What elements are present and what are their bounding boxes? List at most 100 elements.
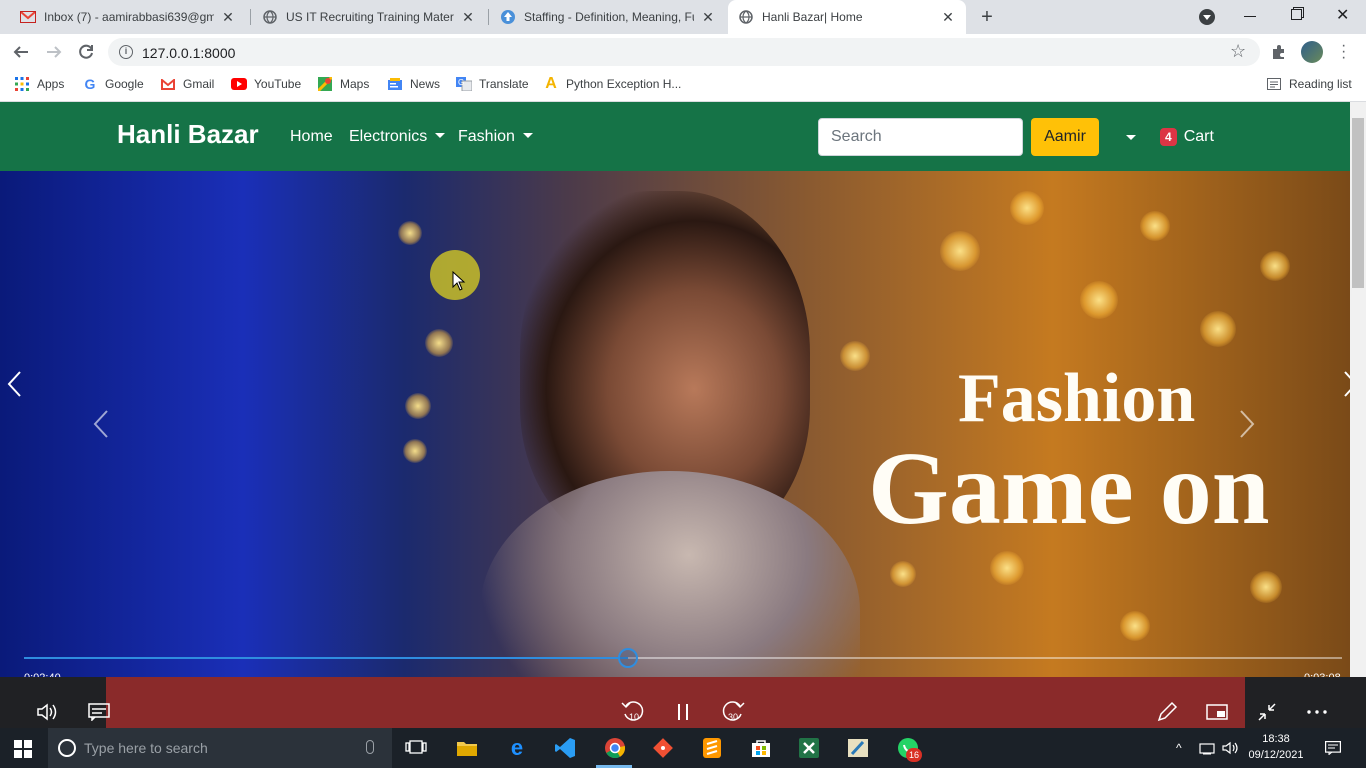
sublime-text-icon[interactable]: [700, 736, 724, 760]
exit-fullscreen-icon[interactable]: [1253, 700, 1281, 724]
scrollbar-thumb[interactable]: [1352, 118, 1364, 288]
bookmark-label: Apps: [37, 77, 65, 91]
cart-label: Cart: [1183, 128, 1214, 145]
file-explorer-icon[interactable]: [455, 736, 479, 760]
bookmark-youtube[interactable]: YouTube: [231, 70, 301, 98]
bookmark-python-exception[interactable]: A Python Exception H...: [543, 70, 681, 98]
nav-home[interactable]: Home: [290, 128, 333, 146]
paint-icon[interactable]: [846, 736, 870, 760]
forward-arrow-icon[interactable]: [45, 43, 63, 61]
pause-icon[interactable]: [669, 700, 697, 724]
back-arrow-icon[interactable]: [12, 43, 30, 61]
user-dropdown-caret-icon[interactable]: [1126, 135, 1136, 140]
tab-hanli-bazar[interactable]: Hanli Bazar| Home ✕: [728, 0, 966, 34]
bokeh-light: [990, 551, 1024, 585]
restore-icon[interactable]: [1291, 9, 1302, 20]
bokeh-light: [1140, 211, 1170, 241]
window-close-icon[interactable]: ✕: [1336, 5, 1349, 25]
gmail-icon: [160, 76, 176, 92]
git-icon[interactable]: [651, 736, 675, 760]
bookmark-gmail[interactable]: Gmail: [160, 70, 214, 98]
staffing-icon: [500, 9, 516, 25]
vscode-icon[interactable]: [553, 736, 577, 760]
bokeh-light: [1010, 191, 1044, 225]
cart-link[interactable]: 4 Cart: [1160, 128, 1214, 146]
show-hidden-icons-chevron-icon[interactable]: ^: [1176, 741, 1182, 755]
video-prev-chevron-icon[interactable]: [6, 370, 22, 398]
more-options-icon[interactable]: [1303, 700, 1331, 724]
close-icon[interactable]: ✕: [220, 9, 236, 25]
user-button[interactable]: Aamir: [1031, 118, 1099, 156]
windows-start-icon[interactable]: [14, 740, 32, 758]
nav-electronics-label: Electronics: [349, 128, 428, 145]
store-icon[interactable]: [749, 736, 773, 760]
search-input[interactable]: [818, 118, 1023, 156]
minimize-icon[interactable]: [1244, 16, 1256, 17]
chrome-icon[interactable]: [603, 736, 627, 760]
microphone-icon[interactable]: [366, 740, 374, 754]
nav-fashion-label: Fashion: [458, 128, 515, 145]
youtube-icon: [231, 76, 247, 92]
extensions-puzzle-icon[interactable]: [1271, 44, 1287, 60]
nav-electronics-dropdown[interactable]: Electronics: [349, 128, 446, 146]
bookmark-label: Gmail: [183, 77, 215, 91]
task-view-icon[interactable]: [404, 736, 428, 760]
close-icon[interactable]: ✕: [460, 9, 476, 25]
bookmark-apps[interactable]: Apps: [14, 70, 64, 98]
reading-list[interactable]: Reading list: [1266, 70, 1352, 98]
hero-title-game-on: Game on: [868, 431, 1270, 546]
bokeh-light: [1200, 311, 1236, 347]
hero-carousel-video[interactable]: Fashion Game on: [0, 171, 1350, 728]
bookmark-star-icon[interactable]: ☆: [1230, 41, 1246, 62]
info-icon[interactable]: i: [119, 45, 133, 59]
bokeh-light: [1080, 281, 1118, 319]
tab-search-icon[interactable]: [1199, 9, 1215, 25]
globe-icon: [738, 9, 754, 25]
brand-logo[interactable]: Hanli Bazar: [117, 119, 259, 150]
profile-avatar[interactable]: [1301, 41, 1323, 63]
bookmark-google[interactable]: G Google: [82, 70, 144, 98]
reading-list-icon: [1266, 76, 1282, 92]
captions-icon[interactable]: [85, 700, 113, 724]
cart-count-badge: 4: [1160, 128, 1177, 146]
bookmark-news[interactable]: News: [387, 70, 440, 98]
excel-icon[interactable]: [797, 736, 821, 760]
close-icon[interactable]: ✕: [700, 9, 716, 25]
volume-icon[interactable]: [34, 700, 62, 724]
bokeh-light: [840, 341, 870, 371]
carousel-prev-chevron-icon[interactable]: [92, 409, 110, 439]
bokeh-light: [425, 329, 453, 357]
nav-fashion-dropdown[interactable]: Fashion: [458, 128, 533, 146]
edge-icon[interactable]: e: [505, 735, 529, 760]
caret-down-icon: [522, 133, 533, 138]
new-tab-plus-icon[interactable]: +: [976, 6, 998, 28]
tab-title: Staffing - Definition, Meaning, Function…: [524, 10, 694, 24]
skip-back-seconds: 10: [629, 712, 639, 722]
mouse-cursor-icon: [452, 271, 466, 291]
carousel-next-chevron-icon[interactable]: [1238, 409, 1256, 439]
close-icon[interactable]: ✕: [940, 9, 956, 25]
tab-gmail[interactable]: Inbox (7) - aamirabbasi639@gmail.com ✕: [10, 0, 246, 34]
bookmark-maps[interactable]: Maps: [317, 70, 369, 98]
tab-divider: [250, 9, 251, 25]
speaker-icon[interactable]: [1222, 741, 1240, 755]
taskbar-clock[interactable]: 18:38 09/12/2021: [1246, 731, 1306, 763]
action-center-icon[interactable]: [1325, 741, 1341, 755]
taskbar-search-box[interactable]: Type here to search: [48, 728, 392, 768]
skip-back-icon[interactable]: 10: [619, 700, 647, 724]
tab-staffing[interactable]: Staffing - Definition, Meaning, Function…: [490, 0, 726, 34]
bookmark-label: YouTube: [254, 77, 302, 91]
reload-icon[interactable]: [77, 43, 95, 61]
skip-forward-icon[interactable]: 30: [719, 700, 747, 724]
network-icon[interactable]: [1199, 741, 1215, 755]
tab-recruiting[interactable]: US IT Recruiting Training Material ✕: [252, 0, 486, 34]
bokeh-light: [1120, 611, 1150, 641]
menu-dots-icon[interactable]: · · ·: [1341, 38, 1346, 66]
edit-pencil-icon[interactable]: [1153, 700, 1181, 724]
miniplayer-icon[interactable]: [1203, 700, 1231, 724]
video-seek-thumb[interactable]: [618, 648, 638, 668]
gmail-icon: [20, 9, 36, 25]
tab-divider: [488, 9, 489, 25]
address-bar[interactable]: i 127.0.0.1:8000 ☆: [108, 38, 1260, 66]
bookmark-translate[interactable]: G Translate: [456, 70, 529, 98]
